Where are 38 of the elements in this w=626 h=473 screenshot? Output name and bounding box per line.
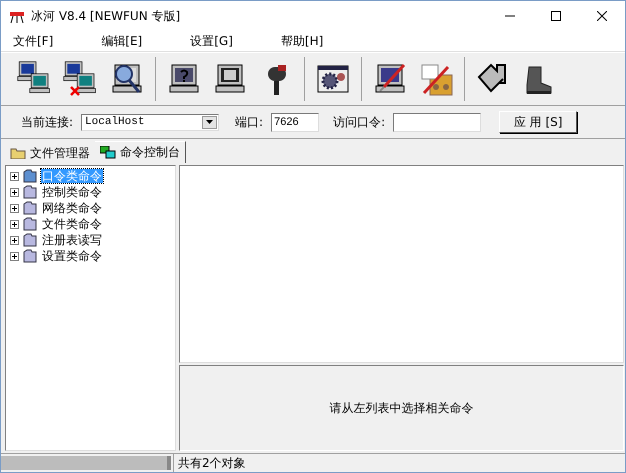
folder-icon <box>22 169 38 183</box>
status-text: 共有2个对象 <box>173 454 625 472</box>
expand-icon[interactable] <box>10 252 19 260</box>
menu-item[interactable]: 设置[G] <box>182 31 241 51</box>
menu-item[interactable]: 帮助[H] <box>272 31 332 51</box>
apply-button[interactable]: 应 用 [S] <box>499 111 578 133</box>
caret-icon <box>206 120 214 124</box>
maximize-icon <box>551 11 561 21</box>
hint-text: 请从左列表中选择相关命令 <box>330 400 474 416</box>
close-icon <box>597 11 607 21</box>
folder-icon <box>22 201 38 215</box>
expand-icon[interactable] <box>10 204 19 212</box>
expand-icon[interactable] <box>10 236 19 244</box>
host-dropdown[interactable]: LocalHost <box>81 114 220 130</box>
menu-item[interactable]: 编辑[E] <box>93 31 150 51</box>
expand-icon[interactable] <box>10 172 19 180</box>
password-field[interactable] <box>393 112 482 132</box>
expand-icon[interactable] <box>10 188 19 196</box>
folder-icon <box>22 233 38 247</box>
tree-item[interactable]: 设置类命令 <box>41 249 103 263</box>
window-title: 冰河 V8.4 [NEWFUN 专版] <box>31 8 182 24</box>
tree-item[interactable]: 控制类命令 <box>41 185 103 199</box>
computer-disconnect-icon <box>63 61 99 97</box>
password-label: 访问口令: <box>333 114 386 130</box>
folder-icon <box>22 249 38 263</box>
folder-icon <box>22 217 38 231</box>
expand-icon[interactable] <box>10 220 19 228</box>
connection-label: 当前连接: <box>21 114 74 130</box>
folder-icon <box>10 147 26 159</box>
port-label: 端口: <box>235 114 264 130</box>
port-field[interactable]: 7626 <box>271 112 320 132</box>
tree-item[interactable]: 注册表读写 <box>41 233 103 247</box>
computers-icon <box>100 146 116 160</box>
folder-icon <box>22 185 38 199</box>
tree-item[interactable]: 文件类命令 <box>41 217 103 231</box>
menu-item[interactable]: 文件[F] <box>5 31 62 51</box>
tree-item[interactable]: 网络类命令 <box>41 201 103 215</box>
tab[interactable]: 命令控制台 <box>95 141 186 163</box>
